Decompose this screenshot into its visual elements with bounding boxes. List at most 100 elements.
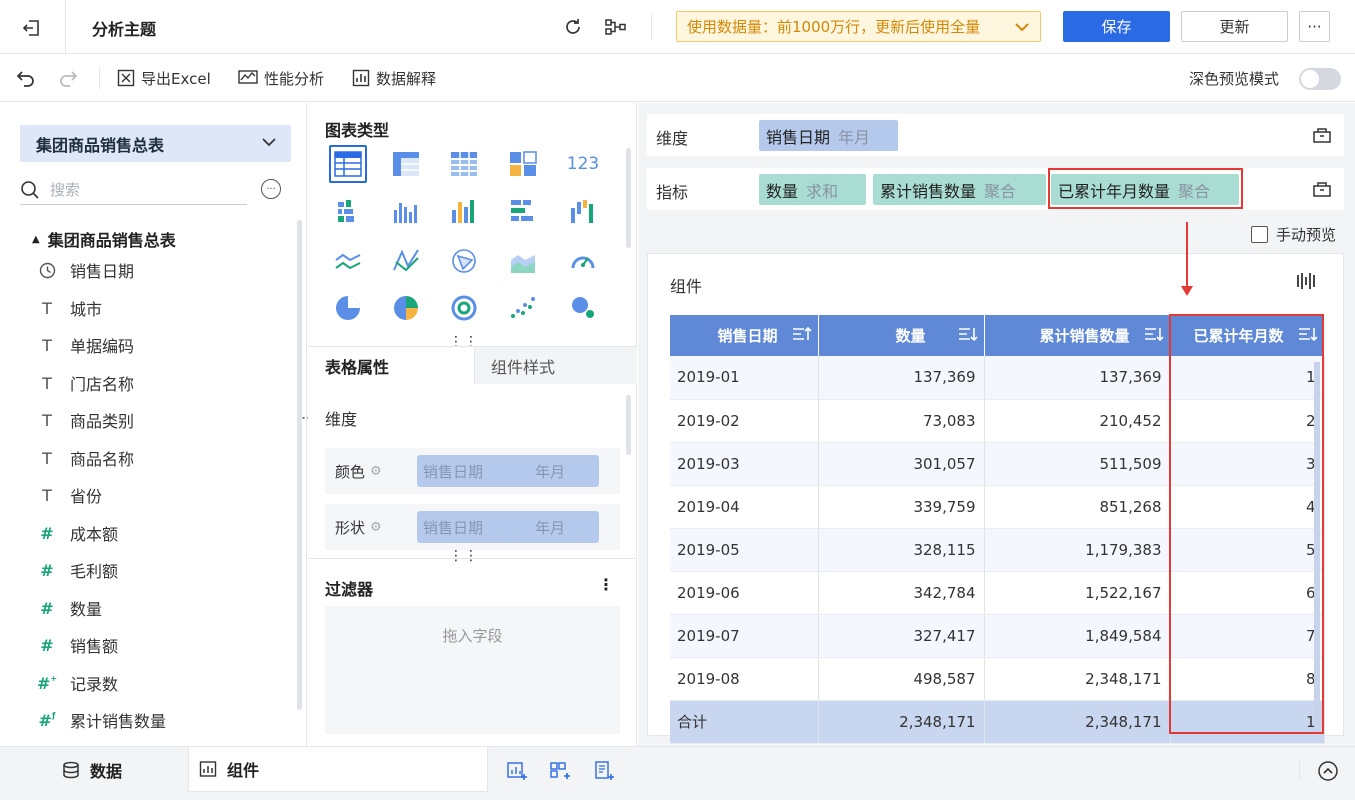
chart-type-icon[interactable] <box>1296 271 1316 295</box>
redo-icon[interactable] <box>58 67 78 89</box>
dark-preview-toggle[interactable] <box>1299 68 1341 90</box>
filter-more-icon[interactable]: ⋮ <box>598 575 614 594</box>
add-component-icon[interactable] <box>505 759 529 783</box>
tab-table-props[interactable]: 表格属性 <box>308 347 474 384</box>
gear-icon[interactable]: ⚙ <box>370 464 382 479</box>
waterfall-icon[interactable] <box>564 192 602 230</box>
bar-chart-icon[interactable] <box>504 192 542 230</box>
table-cell: 301,057 <box>818 442 985 486</box>
detail-table-icon[interactable] <box>445 145 483 183</box>
table-cell: 1,179,383 <box>984 528 1171 572</box>
metric-chip[interactable]: 数量 求和 <box>759 174 866 205</box>
field-item[interactable]: # 成本额 <box>38 520 118 546</box>
save-button[interactable]: 保存 <box>1063 11 1170 42</box>
number-chart-icon[interactable]: 123 <box>564 145 602 183</box>
search-input[interactable]: 搜索 <box>50 179 80 200</box>
sort-icon[interactable] <box>1144 326 1164 346</box>
checkbox[interactable] <box>1251 226 1268 243</box>
field-item[interactable]: T 商品名称 <box>38 445 134 471</box>
table-chart-icon[interactable] <box>329 145 367 183</box>
field-item[interactable]: T 单据编码 <box>38 332 134 358</box>
field-item[interactable]: 销售日期 <box>38 257 134 283</box>
grouped-bar-icon[interactable] <box>329 192 367 230</box>
table-cell: 合计 <box>670 700 819 744</box>
chip-sub: 聚合 <box>984 181 1017 201</box>
field-item[interactable]: # ƒ 累计销售数量 <box>38 707 166 733</box>
scrollbar[interactable] <box>626 395 631 455</box>
chip-name: 销售日期 <box>766 127 831 147</box>
area-chart-icon[interactable] <box>504 242 542 280</box>
radar-line-icon[interactable] <box>387 242 425 280</box>
gear-icon[interactable]: ⚙ <box>370 520 382 535</box>
field-item[interactable]: # + 记录数 <box>37 670 118 696</box>
kpi-card-icon[interactable] <box>504 145 542 183</box>
sort-icon[interactable] <box>958 326 978 346</box>
field-search[interactable]: 搜索 <box>20 175 247 205</box>
dataset-name: 集团商品销售总表 <box>36 135 165 155</box>
gauge-icon[interactable] <box>564 242 602 280</box>
lock-icon[interactable] <box>1312 178 1332 202</box>
tree-root[interactable]: ▲ 集团商品销售总表 <box>32 227 176 251</box>
dataset-selector[interactable]: 集团商品销售总表 <box>20 125 291 162</box>
divider <box>1299 759 1300 781</box>
performance-button[interactable]: 性能分析 <box>238 67 324 89</box>
sort-asc-icon[interactable] <box>792 326 812 346</box>
lineage-icon[interactable] <box>604 15 628 39</box>
bubble-chart-icon[interactable] <box>564 289 602 327</box>
field-item[interactable]: # 销售额 <box>38 632 118 658</box>
rose-pie-icon[interactable] <box>387 289 425 327</box>
column-header[interactable]: 销售日期 <box>670 315 819 356</box>
dimension-chip[interactable]: 销售日期 年月 <box>759 120 898 151</box>
color-field-name: 销售日期 <box>423 462 484 481</box>
dimension-row-label: 维度 <box>656 129 689 148</box>
radar-chart-icon[interactable] <box>445 242 483 280</box>
data-usage-selector[interactable]: 使用数据量：前1000万行，更新后使用全量 <box>676 11 1041 42</box>
column-chart-icon[interactable] <box>387 192 425 230</box>
pie-chart-icon[interactable] <box>329 289 367 327</box>
multi-column-icon[interactable] <box>445 192 483 230</box>
add-dashboard-icon[interactable] <box>548 759 572 783</box>
dimension-drop-area[interactable]: 销售日期 年月 <box>751 114 1291 156</box>
add-report-icon[interactable] <box>592 759 616 783</box>
component-title: 组件 <box>670 277 703 296</box>
scrollbar[interactable] <box>626 148 631 248</box>
resize-handle[interactable]: ⋮⋮ <box>449 548 479 564</box>
chip-sub: 求和 <box>806 181 839 201</box>
multi-ring-icon[interactable] <box>445 289 483 327</box>
data-explain-button[interactable]: 数据解释 <box>352 67 436 89</box>
column-header[interactable]: 累计销售数量 <box>984 315 1171 356</box>
update-button[interactable]: 更新 <box>1181 11 1288 42</box>
refresh-icon[interactable] <box>561 15 585 39</box>
lock-icon[interactable] <box>1312 124 1332 148</box>
undo-icon[interactable] <box>16 67 36 89</box>
tab-component[interactable]: 组件 <box>188 747 488 792</box>
export-excel-button[interactable]: 导出Excel <box>117 67 211 89</box>
manual-preview-checkbox[interactable]: 手动预览 <box>1251 224 1336 245</box>
field-item[interactable]: # 数量 <box>38 595 102 621</box>
dimension-label: 维度 <box>325 410 358 429</box>
shape-field-pill[interactable]: 销售日期 年月 <box>417 511 599 543</box>
metric-chip[interactable]: 累计销售数量 聚合 <box>873 174 1046 205</box>
performance-label: 性能分析 <box>264 69 325 88</box>
color-field-pill[interactable]: 销售日期 年月 <box>417 455 599 487</box>
back-icon[interactable] <box>18 14 46 42</box>
more-button[interactable]: ··· <box>1299 11 1330 42</box>
tab-component-style[interactable]: 组件样式 <box>474 347 637 384</box>
column-header[interactable]: 数量 <box>818 315 985 356</box>
cross-table-icon[interactable] <box>387 145 425 183</box>
scrollbar[interactable] <box>297 220 302 710</box>
collapse-up-icon[interactable] <box>1316 759 1340 783</box>
excel-icon <box>117 69 135 87</box>
table-cell: 2019-05 <box>670 528 819 572</box>
tab-data[interactable]: 数据 <box>62 747 122 792</box>
line-chart-icon[interactable] <box>329 242 367 280</box>
field-item[interactable]: T 城市 <box>38 295 102 321</box>
field-item[interactable]: T 门店名称 <box>38 370 134 396</box>
filter-drop-zone[interactable]: 拖入字段 <box>325 606 620 734</box>
scatter-icon[interactable] <box>504 289 542 327</box>
table-cell: 328,115 <box>818 528 985 572</box>
more-options-icon[interactable]: ··· <box>261 179 281 199</box>
field-item[interactable]: T 商品类别 <box>38 407 134 433</box>
field-item[interactable]: # 毛利额 <box>38 557 118 583</box>
field-item[interactable]: T 省份 <box>38 482 102 508</box>
